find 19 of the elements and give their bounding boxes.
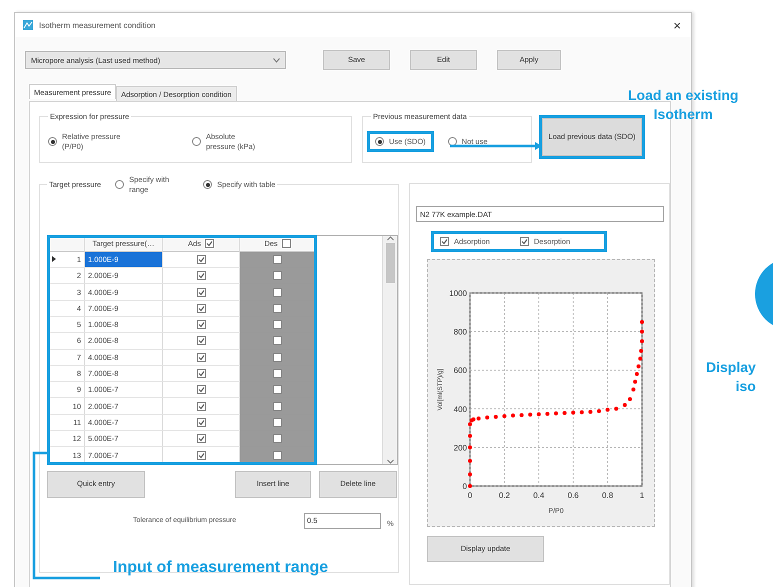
annotation-text: Display: [706, 358, 756, 377]
x-tick-label: 0.2: [498, 491, 510, 500]
x-tick-label: 0: [468, 491, 472, 500]
y-tick-label: 0: [462, 482, 467, 491]
annotation-text: Isotherm: [654, 105, 713, 124]
y-tick-label: 200: [454, 443, 467, 452]
window-title: Isotherm measurement condition: [39, 20, 156, 30]
annotation-text: Load an existing: [628, 86, 738, 105]
x-tick-label: 0.4: [533, 491, 544, 500]
annotation-text: iso: [736, 377, 756, 396]
y-tick-label: 600: [454, 366, 467, 376]
y-tick-label: 800: [454, 328, 467, 337]
y-tick-label: 1000: [449, 289, 467, 298]
close-button[interactable]: ×: [671, 18, 683, 32]
x-tick-label: 0.8: [602, 491, 614, 500]
annotation-text: Input of measurement range: [113, 558, 330, 576]
y-tick-label: 400: [454, 404, 467, 414]
x-tick-label: 1: [640, 491, 644, 500]
x-tick-label: 0.6: [568, 491, 579, 500]
